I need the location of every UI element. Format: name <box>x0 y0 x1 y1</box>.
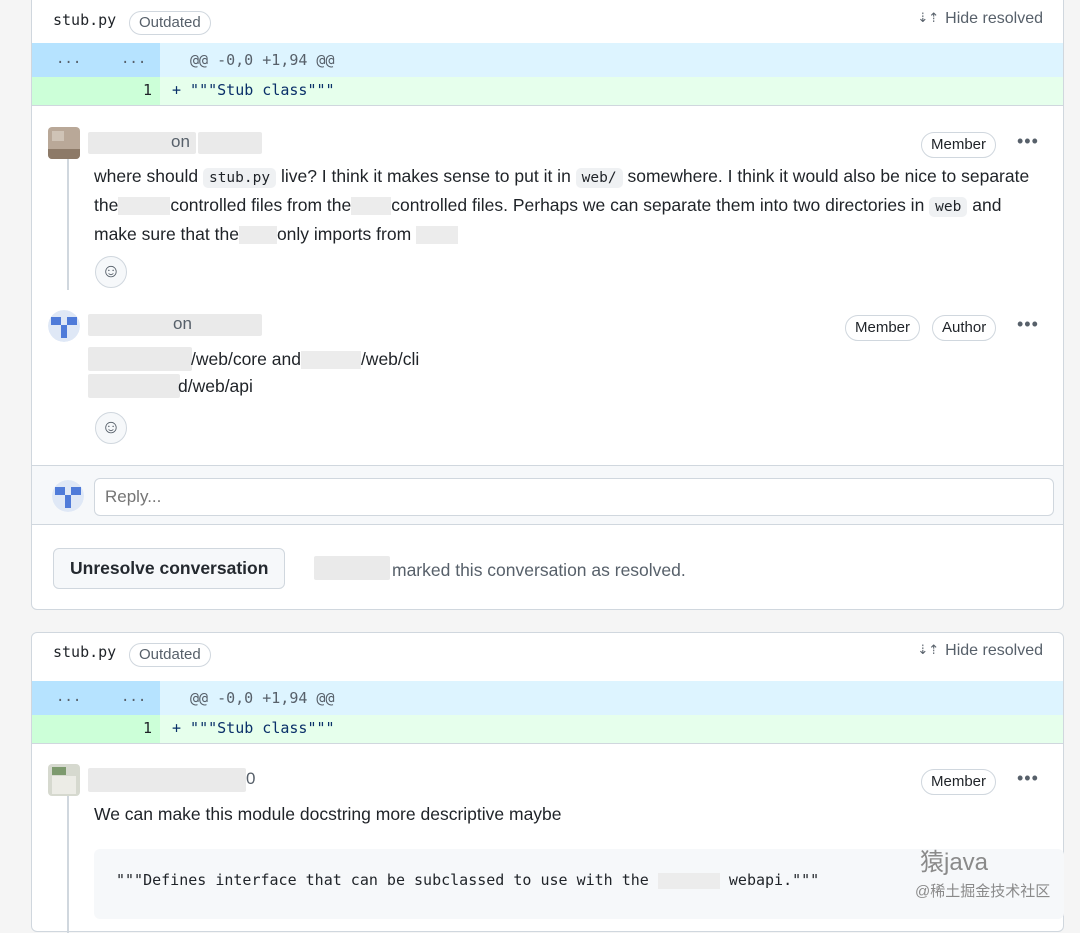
hide-resolved-button[interactable]: ⇣⇡ Hide resolved <box>917 10 1043 28</box>
comment-body: We can make this module docstring more d… <box>94 804 562 824</box>
diff-addition-line: 1 + """Stub class""" <box>32 77 1063 105</box>
resolved-message: marked this conversation as resolved. <box>392 560 686 580</box>
hunk-header-text: @@ -0,0 +1,94 @@ <box>190 689 335 707</box>
smiley-icon[interactable]: ☺ <box>95 256 127 288</box>
member-badge: Member <box>921 132 997 158</box>
comment-body: /web/core and/web/cli <box>191 349 420 370</box>
comment-body: where should stub.py live? I think it ma… <box>94 166 1030 245</box>
redacted-text <box>88 347 192 371</box>
line-number[interactable]: 1 <box>132 719 152 737</box>
comment-body-line2: d/web/api <box>178 376 253 396</box>
member-badge: Member <box>845 315 921 341</box>
smiley-icon[interactable]: ☺ <box>95 412 127 444</box>
avatar[interactable] <box>52 480 84 512</box>
hide-resolved-label: Hide resolved <box>945 10 1043 27</box>
resolved-footer: Unresolve conversation marked this conve… <box>32 525 1063 609</box>
hide-resolved-button[interactable]: ⇣⇡ Hide resolved <box>917 642 1043 660</box>
thread-line <box>67 150 69 290</box>
expand-up-button[interactable]: ... <box>56 689 81 705</box>
member-badge: Member <box>921 769 997 795</box>
kebab-horizontal-icon[interactable]: ••• <box>1017 131 1039 152</box>
redacted-timestamp <box>196 314 262 336</box>
unfold-icon: ⇣⇡ <box>917 10 940 25</box>
expand-down-button[interactable]: ... <box>121 689 146 705</box>
inline-code: web <box>929 197 968 217</box>
diff-hunk-header: ... ... @@ -0,0 +1,94 @@ <box>32 681 1063 715</box>
diff-hunk-header: ... ... @@ -0,0 +1,94 @@ <box>32 43 1063 77</box>
redacted-username <box>88 768 246 792</box>
redacted-timestamp <box>198 132 262 154</box>
hunk-header-text: @@ -0,0 +1,94 @@ <box>190 51 335 69</box>
avatar[interactable] <box>48 764 80 796</box>
reply-area <box>32 465 1063 525</box>
divider <box>32 743 1063 744</box>
inline-code: web/ <box>575 168 623 188</box>
kebab-horizontal-icon[interactable]: ••• <box>1017 768 1039 789</box>
review-thread-2: stub.py Outdated ⇣⇡ Hide resolved ... ...… <box>31 632 1064 933</box>
author-badge: Author <box>932 315 997 341</box>
watermark-logo-text: 猿java <box>920 849 989 876</box>
file-name[interactable]: stub.py <box>53 11 116 29</box>
unresolve-conversation-button[interactable]: Unresolve conversation <box>53 548 286 589</box>
divider <box>32 105 1063 106</box>
file-header: stub.py Outdated ⇣⇡ Hide resolved <box>32 633 1063 673</box>
watermark-source-text: @稀土掘金技术社区 <box>915 883 1051 900</box>
review-thread-1: stub.py Outdated ⇣⇡ Hide resolved ... ...… <box>31 0 1064 610</box>
hide-resolved-label: Hide resolved <box>945 642 1043 659</box>
diff-addition-line: 1 + """Stub class""" <box>32 715 1063 743</box>
thread-line <box>67 793 69 933</box>
outdated-badge: Outdated <box>129 643 211 667</box>
avatar[interactable] <box>48 127 80 159</box>
code-text: """Defines interface that can be subclas… <box>116 871 820 889</box>
comment-meta: on <box>171 132 190 151</box>
inline-code: stub.py <box>202 168 277 188</box>
reply-input[interactable] <box>94 478 1054 516</box>
file-name[interactable]: stub.py <box>53 643 116 661</box>
outdated-badge: Outdated <box>129 11 211 35</box>
redacted-username <box>314 556 390 580</box>
expand-up-button[interactable]: ... <box>56 51 81 67</box>
redacted-text <box>88 374 180 398</box>
comment-meta: on <box>173 314 192 333</box>
unfold-icon: ⇣⇡ <box>917 642 940 657</box>
diff-line-text: + """Stub class""" <box>172 81 335 99</box>
comment-meta: 0 <box>246 769 256 788</box>
kebab-horizontal-icon[interactable]: ••• <box>1017 314 1039 335</box>
line-number[interactable]: 1 <box>132 81 152 99</box>
avatar[interactable] <box>48 310 80 342</box>
file-header: stub.py Outdated ⇣⇡ Hide resolved <box>32 1 1063 41</box>
diff-line-text: + """Stub class""" <box>172 719 335 737</box>
expand-down-button[interactable]: ... <box>121 51 146 67</box>
